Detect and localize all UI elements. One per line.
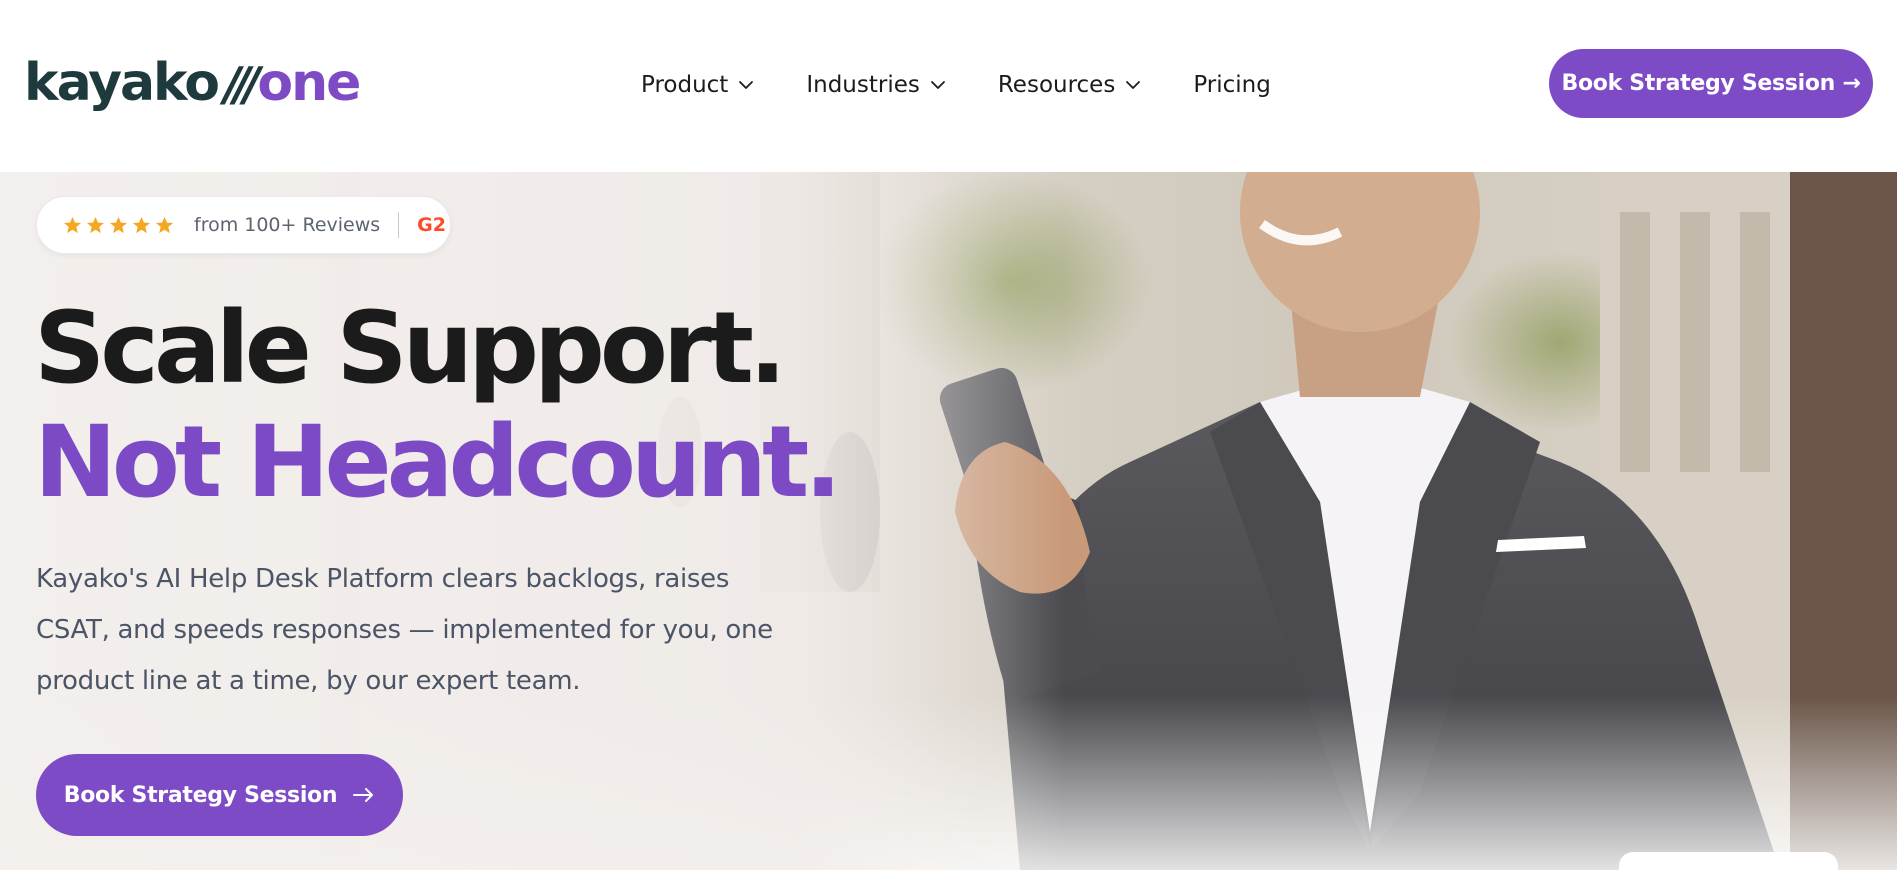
star-icon: [86, 216, 105, 233]
kayako-one-logo[interactable]: kayako /// one: [24, 50, 361, 116]
nav-label: Product: [641, 72, 729, 98]
logo-suffix: one: [257, 53, 361, 113]
nav-item-resources[interactable]: Resources: [998, 72, 1141, 98]
hero-headline: Scale Support. Not Headcount.: [34, 291, 842, 520]
headline-line-2: Not Headcount.: [34, 405, 842, 520]
rating-divider: [398, 212, 400, 238]
star-icon: [109, 216, 128, 233]
floating-card-partial: [1619, 852, 1838, 870]
chevron-down-icon: [1126, 81, 1141, 89]
chevron-down-icon: [930, 81, 945, 89]
g2-logo: G2: [417, 214, 446, 236]
hero-cta-label: Book Strategy Session: [63, 782, 338, 808]
nav-item-product[interactable]: Product: [641, 72, 754, 98]
nav-label: Industries: [806, 72, 920, 98]
hero-book-strategy-session-button[interactable]: Book Strategy Session: [36, 754, 403, 836]
site-header: kayako /// one Product Industries Resour…: [0, 0, 1901, 172]
star-icon: [132, 216, 151, 233]
star-icon: [63, 216, 82, 233]
hero-right-edge: [1897, 172, 1901, 870]
rating-text: from 100+ Reviews: [194, 214, 381, 236]
logo-slashes: ///: [223, 57, 261, 111]
nav-label: Pricing: [1193, 72, 1271, 98]
hero-subtext: Kayako's AI Help Desk Platform clears ba…: [36, 564, 773, 696]
star-rating: [63, 216, 174, 235]
hero-section: from 100+ Reviews G2 Scale Support. Not …: [0, 172, 1901, 870]
arrow-right-icon: [353, 788, 374, 802]
star-icon: [155, 216, 174, 233]
logo-wordmark: kayako: [24, 53, 220, 113]
main-nav: Product Industries Resources Pricing: [641, 60, 1271, 110]
nav-item-industries[interactable]: Industries: [806, 72, 946, 98]
nav-item-pricing[interactable]: Pricing: [1193, 72, 1271, 98]
chevron-down-icon: [739, 81, 754, 89]
headline-line-1: Scale Support.: [34, 291, 787, 406]
rating-badge: from 100+ Reviews G2: [36, 196, 451, 254]
nav-label: Resources: [997, 72, 1116, 98]
header-book-strategy-session-button[interactable]: Book Strategy Session →: [1549, 49, 1873, 118]
